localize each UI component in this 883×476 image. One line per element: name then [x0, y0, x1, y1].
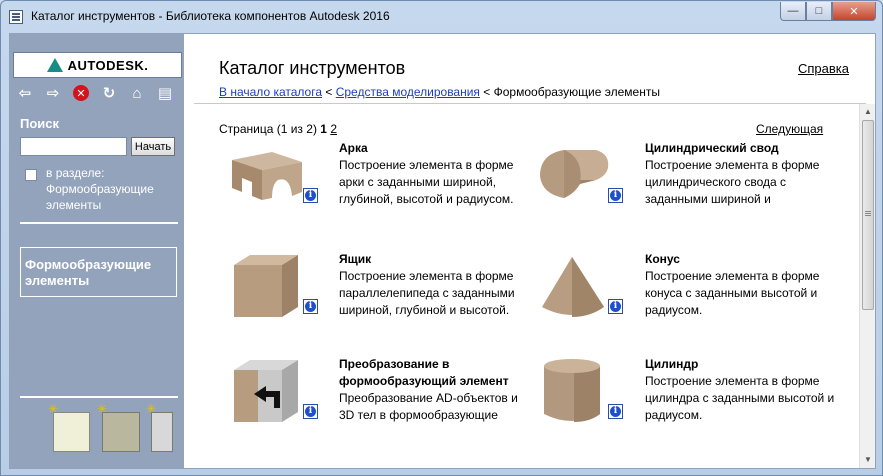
scrollbar-thumb[interactable]	[862, 120, 874, 310]
item-description: Построение элемента в форме конуса с зад…	[645, 269, 820, 317]
app-icon	[9, 10, 23, 24]
info-icon[interactable]: i	[303, 299, 318, 314]
sidebar: AUTODESK. ⇦ ⇨ ✕ ↻ ⌂ ▤ Поиск Начать в раз…	[10, 34, 184, 468]
help-link[interactable]: Справка	[798, 61, 849, 76]
info-icon[interactable]: i	[608, 299, 623, 314]
window: Каталог инструментов - Библиотека компон…	[0, 0, 883, 476]
close-button[interactable]: ✕	[832, 2, 876, 21]
header-divider	[194, 103, 866, 104]
refresh-icon[interactable]: ↻	[98, 83, 120, 103]
breadcrumb-home-link[interactable]: В начало каталога	[219, 85, 322, 99]
item-title: Ящик	[339, 252, 372, 266]
forward-arrow-icon[interactable]: ⇨	[42, 83, 64, 103]
stop-icon[interactable]: ✕	[70, 83, 92, 103]
sidebar-divider	[20, 396, 178, 398]
breadcrumb-current: Формообразующие элементы	[493, 85, 660, 99]
catalog-item-cone[interactable]: i Конус Построение элемента в форме кону…	[534, 251, 834, 341]
search-input[interactable]	[20, 137, 127, 156]
item-title: Конус	[645, 252, 680, 266]
scroll-up-icon[interactable]: ▲	[863, 107, 873, 117]
palette-tool-2[interactable]	[102, 412, 140, 452]
pager-current: 1	[320, 122, 327, 136]
item-description: Построение элемента в форме цилиндрическ…	[645, 158, 820, 206]
pager: Страница (1 из 2) 1 2	[219, 122, 337, 136]
nav-toolbar: ⇦ ⇨ ✕ ↻ ⌂ ▤	[14, 83, 176, 103]
breadcrumb-separator: <	[479, 85, 494, 99]
info-icon[interactable]: i	[608, 404, 623, 419]
item-title: Преобразование в формообразующий элемент	[339, 357, 509, 388]
next-page-link[interactable]: Следующая	[756, 122, 823, 136]
logo-text: AUTODESK.	[67, 57, 149, 73]
item-description: Построение элемента в форме цилиндра с з…	[645, 374, 835, 422]
catalog-item-barrel-vault[interactable]: i Цилиндрический свод Построение элемент…	[534, 140, 834, 230]
vertical-scrollbar[interactable]: ▲ ▼	[859, 104, 875, 468]
palette-tool-3[interactable]	[151, 412, 173, 452]
window-title: Каталог инструментов - Библиотека компон…	[31, 9, 390, 23]
sidebar-item-current-category[interactable]: Формообразующие элементы	[20, 247, 177, 297]
in-section-label: в разделе: Формообразующие элементы	[46, 166, 154, 212]
autodesk-logo-icon	[46, 58, 63, 72]
breadcrumb-modeling-link[interactable]: Средства моделирования	[336, 85, 480, 99]
maximize-button[interactable]: □	[806, 2, 832, 21]
sidebar-divider	[20, 222, 178, 224]
search-button[interactable]: Начать	[131, 137, 175, 156]
catalog-item-arch[interactable]: i Арка Построение элемента в форме арки …	[228, 140, 528, 230]
back-arrow-icon[interactable]: ⇦	[14, 83, 36, 103]
pager-prefix: Страница (1 из 2)	[219, 122, 321, 136]
grip-icon	[865, 211, 871, 212]
arch-icon	[232, 152, 302, 200]
cone-icon	[542, 257, 604, 317]
box-icon	[234, 255, 298, 317]
info-icon[interactable]: i	[608, 188, 623, 203]
catalog-item-convert-to-mass[interactable]: i Преобразование в формообразующий элеме…	[228, 356, 528, 446]
info-icon[interactable]: i	[303, 404, 318, 419]
minimize-button[interactable]: —	[780, 2, 806, 21]
print-icon[interactable]: ▤	[154, 83, 176, 103]
convert-to-mass-icon	[234, 360, 298, 422]
item-description: Преобразование AD-объектов и 3D тел в фо…	[339, 391, 518, 422]
item-title: Цилиндр	[645, 357, 699, 371]
breadcrumb-separator: <	[322, 85, 336, 99]
item-description: Построение элемента в форме параллелепип…	[339, 269, 515, 317]
main-content: Каталог инструментов Справка В начало ка…	[184, 34, 875, 468]
page-title: Каталог инструментов	[219, 58, 406, 78]
catalog-item-cylinder[interactable]: i Цилиндр Построение элемента в форме ци…	[534, 356, 834, 446]
window-controls: — □ ✕	[780, 2, 876, 21]
autodesk-logo: AUTODESK.	[13, 52, 182, 78]
title-bar: Каталог инструментов - Библиотека компон…	[1, 1, 882, 33]
barrel-vault-icon	[540, 150, 609, 198]
search-label: Поиск	[20, 116, 60, 131]
item-description: Построение элемента в форме арки с задан…	[339, 158, 514, 206]
info-icon[interactable]: i	[303, 188, 318, 203]
palette-tool-1[interactable]	[53, 412, 90, 452]
item-title: Цилиндрический свод	[645, 141, 779, 155]
in-section-checkbox[interactable]	[25, 169, 37, 181]
scroll-down-icon[interactable]: ▼	[863, 455, 873, 465]
client-area: AUTODESK. ⇦ ⇨ ✕ ↻ ⌂ ▤ Поиск Начать в раз…	[9, 33, 876, 469]
breadcrumb: В начало каталога < Средства моделирован…	[219, 85, 660, 99]
pager-page-2-link[interactable]: 2	[330, 122, 337, 136]
item-title: Арка	[339, 141, 368, 155]
cylinder-icon	[544, 359, 600, 422]
home-icon[interactable]: ⌂	[126, 83, 148, 103]
catalog-item-box[interactable]: i Ящик Построение элемента в форме парал…	[228, 251, 528, 341]
